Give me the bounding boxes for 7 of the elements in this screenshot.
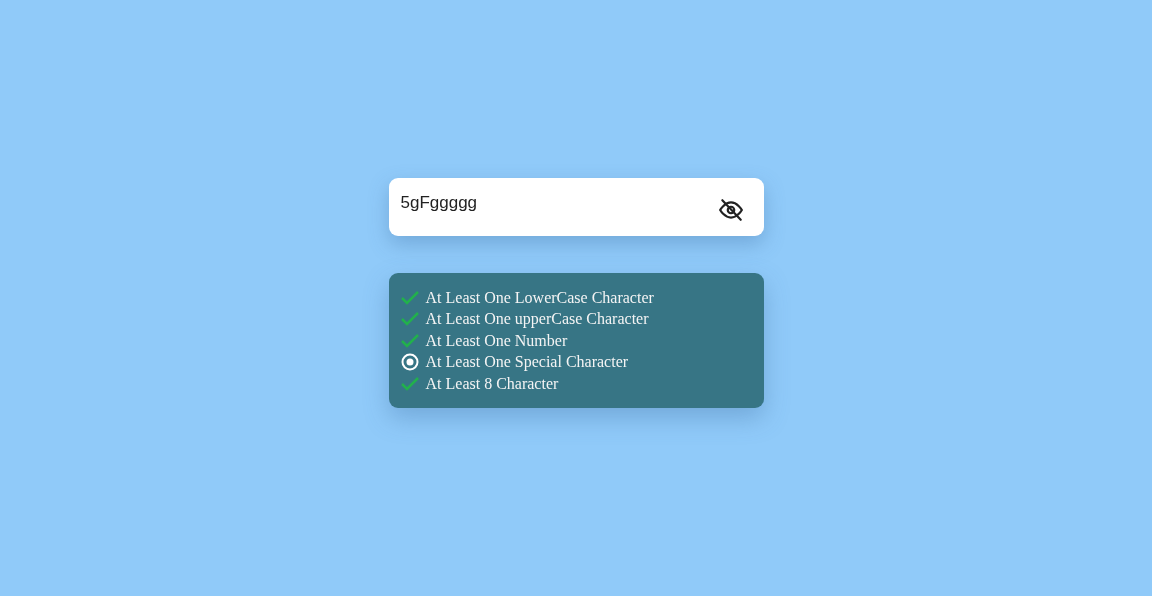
requirement-text: At Least One LowerCase Character [425, 288, 654, 307]
requirement-text: At Least One Number [425, 331, 568, 350]
requirement-text: At Least One Special Character [425, 353, 629, 372]
password-field[interactable]: 5gFggggg [388, 178, 764, 236]
requirement-text: At Least 8 Character [425, 374, 559, 393]
requirement-text: At Least One upperCase Character [425, 310, 649, 329]
eye-slash-icon[interactable] [717, 197, 744, 223]
